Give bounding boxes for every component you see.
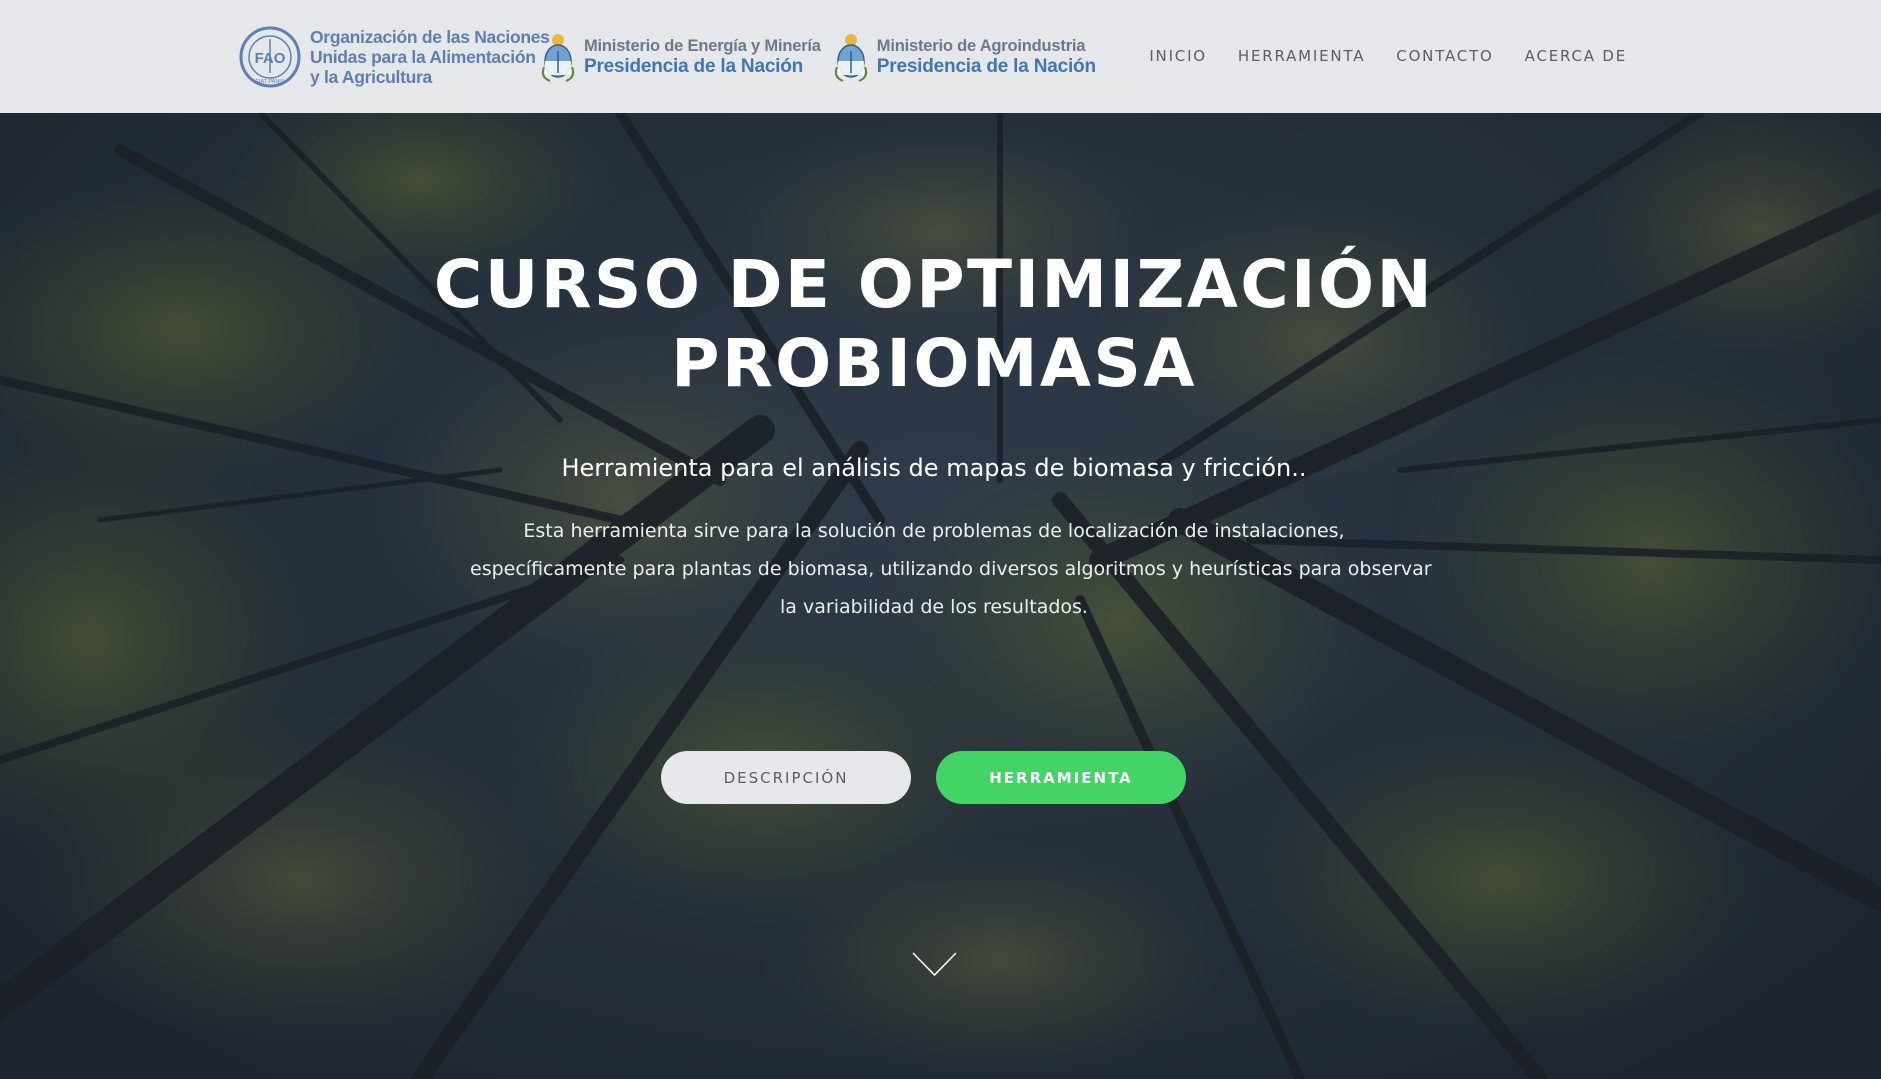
ministerio-energia-text: Ministerio de Energía y Minería Presiden… (584, 36, 821, 78)
fao-seal-icon: FAO FIAT PANIS (239, 26, 301, 88)
fao-name-line-2: Unidas para la Alimentación (310, 47, 536, 67)
hero-description-line-1: Esta herramienta sirve para la solución … (523, 520, 1345, 542)
hero-title-line-1: CURSO DE OPTIMIZACIÓN (433, 246, 1435, 323)
fao-seal-caption: FIAT PANIS (255, 79, 284, 85)
argentina-coat-of-arms-icon (541, 34, 575, 82)
hero-description: Esta herramienta sirve para la solución … (470, 512, 1432, 626)
main-nav: INICIO HERRAMIENTA CONTACTO ACERCA DE (1149, 45, 1627, 67)
fao-logo[interactable]: FAO FIAT PANIS Organización de las Nacio… (238, 25, 550, 89)
herramienta-button[interactable]: HERRAMIENTA (936, 751, 1186, 804)
fao-name-line-1: Organización de las Naciones (310, 27, 550, 47)
argentina-coat-of-arms-icon (834, 34, 867, 82)
ministerio-energia-presidencia: Presidencia de la Nación (584, 56, 804, 77)
ministerio-agro-presidencia: Presidencia de la Nación (876, 56, 1096, 77)
fao-name-line-3: y la Agricultura (310, 67, 432, 87)
chevron-down-icon[interactable] (912, 951, 957, 978)
top-navbar: FAO FIAT PANIS Organización de las Nacio… (0, 0, 1881, 113)
nav-link-inicio[interactable]: INICIO (1149, 45, 1207, 67)
ministerio-agro-logo[interactable]: Ministerio de Agroindustria Presidencia … (833, 31, 1096, 83)
nav-link-herramienta[interactable]: HERRAMIENTA (1238, 45, 1365, 67)
hero-title: CURSO DE OPTIMIZACIÓN PROBIOMASA (0, 245, 1868, 403)
hero-description-line-2: específicamente para plantas de biomasa,… (470, 558, 1432, 580)
ministerio-agro-text: Ministerio de Agroindustria Presidencia … (877, 36, 1096, 78)
partner-logos: FAO FIAT PANIS Organización de las Nacio… (238, 22, 1096, 92)
hero-title-line-2: PROBIOMASA (671, 325, 1197, 402)
hero-description-line-3: la variabilidad de los resultados. (780, 596, 1088, 618)
nav-link-acerca-de[interactable]: ACERCA DE (1525, 45, 1627, 67)
ministerio-energia-logo[interactable]: Ministerio de Energía y Minería Presiden… (540, 31, 821, 83)
ministerio-energia-name: Ministerio de Energía y Minería (584, 37, 821, 55)
nav-link-contacto[interactable]: CONTACTO (1396, 45, 1493, 67)
fao-name: Organización de las Naciones Unidas para… (310, 27, 550, 87)
hero-subtitle: Herramienta para el análisis de mapas de… (561, 454, 1307, 482)
descripcion-button[interactable]: DESCRIPCIÓN (661, 751, 911, 804)
ministerio-agro-name: Ministerio de Agroindustria (876, 37, 1086, 55)
